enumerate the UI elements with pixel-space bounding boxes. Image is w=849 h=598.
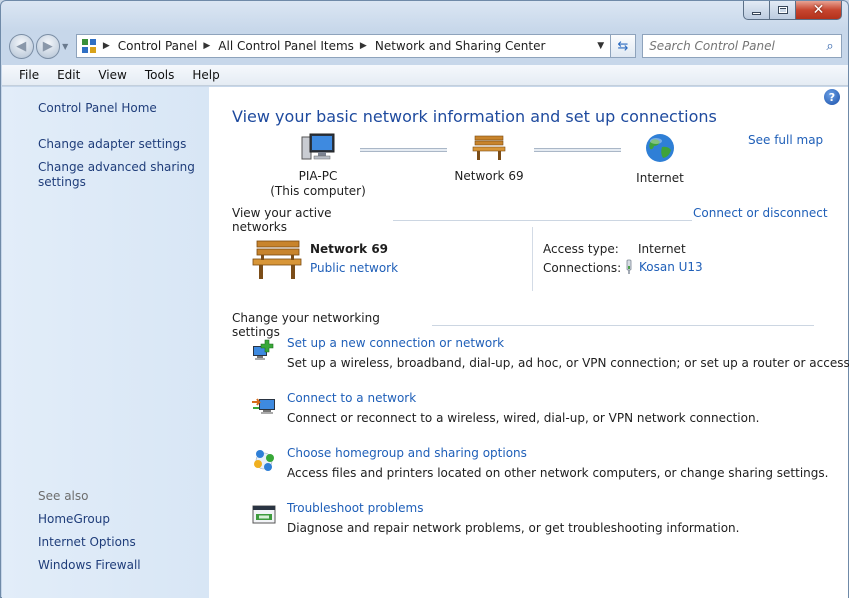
new-connection-icon[interactable] (251, 338, 277, 362)
menu-tools[interactable]: Tools (136, 68, 184, 82)
globe-icon (646, 134, 674, 162)
computer-icon (301, 133, 335, 160)
task-link[interactable]: Connect to a network (287, 391, 416, 405)
maximize-icon (777, 6, 788, 14)
internet-options-link[interactable]: Internet Options (38, 535, 136, 550)
active-networks-header: View your active networks (232, 206, 692, 234)
breadcrumb-separator[interactable]: ▶ (203, 41, 210, 51)
task-link[interactable]: Choose homegroup and sharing options (287, 446, 527, 460)
navigation-bar: ◀ ▶ ▼ ▶ Control Panel ▶ All Control Pane… (9, 32, 843, 60)
connect-network-icon[interactable] (251, 393, 277, 417)
wireless-signal-icon (626, 259, 632, 274)
homegroup-icon[interactable] (251, 448, 277, 472)
breadcrumb-network-sharing[interactable]: Network and Sharing Center (375, 39, 546, 53)
help-icon[interactable]: ? (824, 89, 840, 105)
task-description: Access files and printers located on oth… (287, 466, 829, 480)
search-box[interactable]: ⌕ (642, 34, 843, 58)
computer-subtitle: (This computer) (270, 184, 366, 198)
task-description: Connect or reconnect to a wireless, wire… (287, 411, 760, 425)
menu-file[interactable]: File (10, 68, 48, 82)
active-network-name: Network 69 (310, 242, 389, 256)
task-pane: Control Panel Home Change adapter settin… (2, 87, 209, 598)
active-networks-title: View your active networks (232, 206, 332, 234)
minimize-icon (752, 11, 761, 15)
connections-label: Connections: (543, 261, 622, 275)
close-icon: ✕ (812, 2, 825, 18)
change-advanced-sharing-link[interactable]: Change advanced sharing settings (38, 160, 198, 190)
map-connection-line (534, 148, 621, 152)
divider (431, 324, 814, 326)
minimize-button[interactable] (743, 1, 770, 20)
back-arrow-icon: ◀ (16, 38, 27, 54)
internet-label: Internet (636, 171, 684, 185)
divider (392, 219, 692, 221)
breadcrumb-control-panel[interactable]: Control Panel (118, 39, 198, 53)
refresh-button[interactable]: ⇆ (610, 34, 637, 58)
content-area: Control Panel Home Change adapter settin… (2, 87, 849, 598)
menu-help[interactable]: Help (183, 68, 228, 82)
maximize-button[interactable] (770, 1, 796, 20)
map-connection-line (360, 148, 447, 152)
divider (532, 227, 533, 291)
close-button[interactable]: ✕ (796, 1, 842, 20)
bench-icon (472, 135, 506, 160)
control-panel-icon (81, 39, 96, 53)
computer-name: PIA-PC (298, 169, 338, 183)
change-settings-header: Change your networking settings (232, 311, 814, 339)
troubleshoot-icon[interactable] (251, 503, 277, 527)
computer-node[interactable]: PIA-PC (This computer) (266, 133, 370, 199)
task-link[interactable]: Set up a new connection or network (287, 336, 504, 350)
connect-or-disconnect-link[interactable]: Connect or disconnect (693, 206, 828, 220)
forward-button[interactable]: ▶ (35, 33, 61, 59)
main-pane: ? View your basic network information an… (209, 87, 849, 598)
windows-firewall-link[interactable]: Windows Firewall (38, 558, 141, 573)
back-button[interactable]: ◀ (9, 33, 34, 59)
menu-edit[interactable]: Edit (48, 68, 89, 82)
caption-buttons: ✕ (743, 1, 842, 20)
see-also-heading: See also (38, 489, 89, 503)
breadcrumb-all-items[interactable]: All Control Panel Items (218, 39, 354, 53)
connection-link[interactable]: Kosan U13 (623, 259, 703, 275)
page-title: View your basic network information and … (232, 107, 717, 126)
recent-pages-button[interactable]: ▼ (62, 42, 72, 51)
connection-name[interactable]: Kosan U13 (639, 260, 703, 274)
access-type-label: Access type: (543, 242, 619, 256)
network-node[interactable]: Network 69 (449, 133, 529, 184)
explorer-window: ✕ ◀ ▶ ▼ ▶ Control Panel ▶ All Control Pa… (0, 0, 849, 598)
search-input[interactable] (643, 39, 820, 53)
forward-arrow-icon: ▶ (42, 38, 53, 54)
access-type-value: Internet (638, 242, 686, 256)
internet-node[interactable]: Internet (625, 133, 695, 186)
network-location-link[interactable]: Public network (310, 261, 398, 275)
network-name: Network 69 (454, 169, 524, 183)
task-description: Set up a wireless, broadband, dial-up, a… (287, 356, 849, 370)
breadcrumb-separator[interactable]: ▶ (103, 41, 110, 51)
see-full-map-link[interactable]: See full map (748, 133, 823, 147)
homegroup-link[interactable]: HomeGroup (38, 512, 110, 527)
change-adapter-settings-link[interactable]: Change adapter settings (38, 137, 186, 152)
change-settings-title: Change your networking settings (232, 311, 380, 339)
task-link[interactable]: Troubleshoot problems (287, 501, 423, 515)
control-panel-home-link[interactable]: Control Panel Home (38, 101, 157, 116)
address-dropdown-icon[interactable]: ▼ (592, 41, 610, 51)
search-icon[interactable]: ⌕ (819, 39, 841, 54)
refresh-icon: ⇆ (617, 38, 629, 54)
bench-icon[interactable] (251, 237, 303, 281)
address-bar[interactable]: ▶ Control Panel ▶ All Control Panel Item… (75, 34, 611, 58)
task-description: Diagnose and repair network problems, or… (287, 521, 740, 535)
menu-bar: File Edit View Tools Help (2, 65, 848, 86)
breadcrumb-separator[interactable]: ▶ (360, 41, 367, 51)
menu-view[interactable]: View (89, 68, 135, 82)
